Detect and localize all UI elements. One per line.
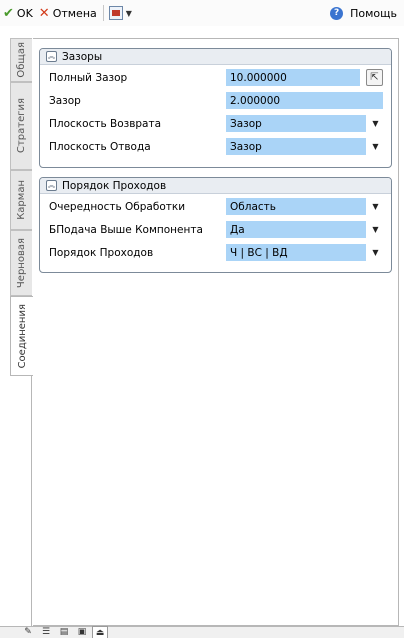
list-tab[interactable]: ☰ [38,626,54,638]
dropdown-arrow-icon[interactable]: ▼ [367,221,384,238]
image-icon: ▣ [77,627,87,637]
sheet-icon: ▤ [59,627,69,637]
tab-links-label: Соединения [16,303,28,369]
machining-order-label: Очередность Обработки [49,200,186,213]
dropdown-arrow-icon[interactable]: ▼ [367,138,384,155]
ok-button[interactable]: ✔ OK [0,2,36,24]
properties-panel: ︽ Зазоры Полный Зазор 10.000000 ⇱ Зазор … [33,38,399,626]
tab-pocket[interactable]: Карман [10,170,32,230]
clearances-group: ︽ Зазоры Полный Зазор 10.000000 ⇱ Зазор … [39,48,392,168]
sheet-tab[interactable]: ▤ [56,626,72,638]
list-icon: ☰ [41,627,51,637]
feed-above-label: БПодача Выше Компонента [49,223,203,236]
machining-order-row: Очередность Обработки Область ▼ [40,195,391,218]
return-plane-label: Плоскость Возврата [49,117,162,130]
clearance-row: Зазор 2.000000 [40,89,391,112]
full-clearance-field[interactable]: 10.000000 [226,69,360,86]
document-icon [108,6,123,20]
pass-order-group: ︽ Порядок Проходов Очередность Обработки… [39,177,392,273]
chevron-down-icon: ▼ [125,8,132,18]
collapse-chevron-icon[interactable]: ︽ [46,180,57,191]
return-plane-row: Плоскость Возврата Зазор ▼ [40,112,391,135]
help-icon: ? [330,6,344,20]
tool-icon: ✎ [24,627,32,637]
ok-label: OK [16,6,33,20]
toolbar-separator [102,5,104,21]
tool-tab[interactable]: ✎ [20,626,36,638]
clearance-label: Зазор [49,94,81,107]
full-clearance-label: Полный Зазор [49,71,128,84]
dropdown-arrow-icon[interactable]: ▼ [367,198,384,215]
pass-order-group-header[interactable]: ︽ Порядок Проходов [40,178,391,194]
help-button[interactable]: ? Помощь [327,0,400,26]
retract-plane-label: Плоскость Отвода [49,140,151,153]
tab-links[interactable]: Соединения [10,296,33,376]
machine-tab[interactable]: ⏏ [92,626,108,638]
toolbar: ✔ OK ✕ Отмена ▼ ? Помощь [0,0,404,26]
machining-order-select[interactable]: Область [226,198,366,215]
clearance-field[interactable]: 2.000000 [226,92,383,109]
retract-plane-row: Плоскость Отвода Зазор ▼ [40,135,391,158]
image-tab[interactable]: ▣ [74,626,90,638]
cross-icon: ✕ [38,5,50,21]
collapse-chevron-icon[interactable]: ︽ [46,51,57,62]
tab-strategy-label: Стратегия [16,98,27,154]
feed-above-row: БПодача Выше Компонента Да ▼ [40,218,391,241]
dropdown-arrow-icon[interactable]: ▼ [367,244,384,261]
check-icon: ✔ [3,5,14,21]
cancel-button[interactable]: ✕ Отмена [36,2,100,24]
tab-general[interactable]: Общая [10,38,32,82]
vertical-tab-strip: Общая Стратегия Карман Черновая Соединен… [10,38,33,626]
cancel-label: Отмена [52,6,97,20]
pick-cursor-icon[interactable]: ⇱ [366,69,383,86]
pass-order-label: Порядок Проходов [49,246,154,259]
retract-plane-select[interactable]: Зазор [226,138,366,155]
clearances-group-title: Зазоры [62,50,103,63]
full-clearance-row: Полный Зазор 10.000000 ⇱ [40,66,391,89]
document-menu-button[interactable]: ▼ [107,2,134,24]
return-plane-select[interactable]: Зазор [226,115,366,132]
tab-general-label: Общая [16,42,27,78]
machine-icon: ⏏ [95,627,105,638]
help-label: Помощь [350,6,397,20]
bottom-tab-strip: ✎ ☰ ▤ ▣ ⏏ [0,626,404,638]
pass-order-group-title: Порядок Проходов [62,179,167,192]
feed-above-select[interactable]: Да [226,221,366,238]
tab-pocket-label: Карман [16,180,27,220]
pass-order-select[interactable]: Ч | ВС | ВД [226,244,366,261]
tab-roughing-label: Черновая [16,237,27,289]
tab-roughing[interactable]: Черновая [10,230,32,296]
dropdown-arrow-icon[interactable]: ▼ [367,115,384,132]
tab-strategy[interactable]: Стратегия [10,82,32,170]
clearances-group-header[interactable]: ︽ Зазоры [40,49,391,65]
pass-order-row: Порядок Проходов Ч | ВС | ВД ▼ [40,241,391,264]
